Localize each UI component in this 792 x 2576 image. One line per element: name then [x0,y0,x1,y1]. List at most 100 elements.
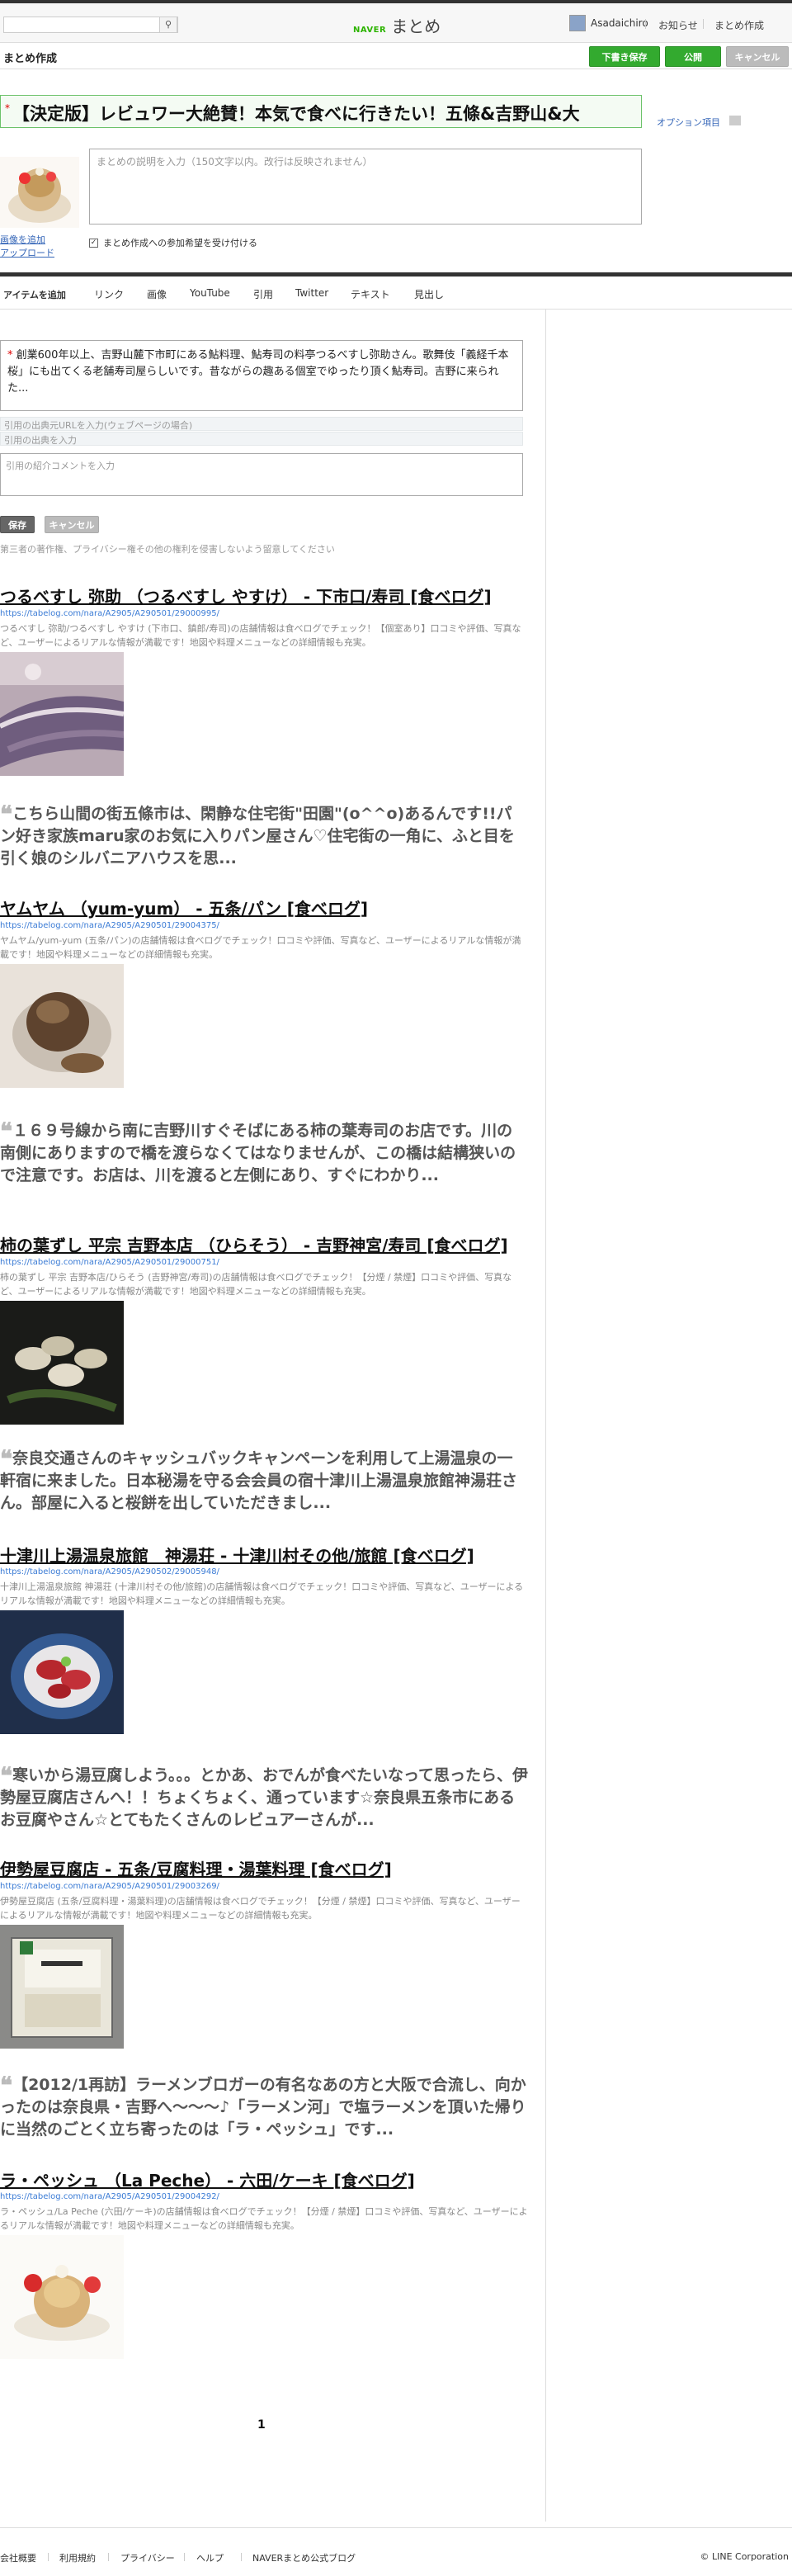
item-type-tabs: アイテムを追加 リンク 画像 YouTube 引用 Twitter テキスト 見… [0,277,792,310]
pager-current-page[interactable]: 1 [257,2418,266,2432]
description-textarea[interactable]: まとめの説明を入力（150文字以内。改行は反映されません） [89,149,642,225]
footer-link-blog[interactable]: NAVERまとめ公式ブログ [252,2551,356,2564]
quote-mark-icon: ❝ [0,2072,13,2099]
participation-checkbox[interactable]: ✓ まとめ作成への参加希望を受け付ける [89,236,257,249]
quote-item: ❝１６９号線から南に吉野川すぐそばにある柿の葉寿司のお店です。川の南側にあります… [0,1120,528,1187]
link-item-url[interactable]: https://tabelog.com/nara/A2905/A290501/2… [0,921,219,930]
link-item-desc: つるべすし 弥助/つるべすし やすけ (下市口、鎮郎/寿司)の店舗情報は食べログ… [0,623,521,648]
option-items-link[interactable]: オプション項目 [657,116,720,129]
sashimi-photo [0,1610,124,1734]
link-item-url[interactable]: https://tabelog.com/nara/A2905/A290501/2… [0,1882,219,1891]
tab-quote[interactable]: 引用 [253,287,273,301]
global-header: ⚲ NAVER まとめ Asadaichiro お知らせ まとめ作成 [0,0,792,43]
tab-heading[interactable]: 見出し [414,287,444,301]
quote-textarea[interactable]: * 創業600年以上、吉野山麓下市町にある鮎料理、鮎寿司の料亭つるべすし弥助さん… [0,340,523,411]
link-item-url[interactable]: https://tabelog.com/nara/A2905/A290502/2… [0,1567,219,1576]
quote-item-text: 寒いから湯豆腐しよう。。。とかあ、おでんが食べたいなって思ったら、伊勢屋豆腐店さ… [0,1766,528,1829]
nav-create-link[interactable]: まとめ作成 [714,18,764,32]
link-item-desc: 十津川上湯温泉旅館 神湯荘 (十津川村その他/旅館)の店舗情報は食べログでチェッ… [0,1581,524,1606]
quote-item-text: １６９号線から南に吉野川すぐそばにある柿の葉寿司のお店です。川の南側にありますの… [0,1122,516,1184]
copyright: © LINE Corporation [700,2551,789,2562]
logo-text: まとめ [391,17,441,36]
divider [184,2553,185,2561]
change-thumb-line2[interactable]: アップロード [0,247,54,260]
footer-link-help[interactable]: ヘルプ [196,2551,224,2564]
publish-button[interactable]: 公開 [665,46,721,67]
link-item-title[interactable]: ラ・ペッシュ （La Peche） - 六田/ケーキ [食べログ] [0,2167,415,2191]
sushi-photo [0,652,124,776]
footer-link-terms[interactable]: 利用規約 [59,2551,96,2564]
divider [108,2553,109,2561]
quote-cancel-button[interactable]: キャンセル [45,516,99,533]
cancel-button[interactable]: キャンセル [726,46,789,67]
matome-title-input[interactable]: * 【決定版】レビュワー大絶賛！本気で食べに行きたい！五條&吉野山&大 [0,95,642,128]
link-item-url[interactable]: https://tabelog.com/nara/A2905/A290501/2… [0,609,219,618]
tab-image[interactable]: 画像 [147,287,167,301]
quote-url-input[interactable]: 引用の出典元URLを入力(ウェブページの場合) [0,417,523,431]
divider [645,19,646,29]
quote-item: ❝寒いから湯豆腐しよう。。。とかあ、おでんが食べたいなって思ったら、伊勢屋豆腐店… [0,1765,528,1832]
tofu-photo [0,1925,124,2049]
checkbox-label: まとめ作成への参加希望を受け付ける [103,238,257,248]
change-thumb-line1[interactable]: 画像を追加 [0,234,54,247]
footer: 会社概要 利用規約 プライバシー ヘルプ NAVERまとめ公式ブログ © LIN… [0,2527,792,2576]
divider [241,2553,242,2561]
tab-twitter[interactable]: Twitter [295,287,328,299]
footer-link-company[interactable]: 会社概要 [0,2551,36,2564]
user-menu[interactable]: Asadaichiro [569,15,648,31]
page-title: まとめ作成 [3,53,58,65]
footer-link-privacy[interactable]: プライバシー [120,2551,175,2564]
tab-youtube[interactable]: YouTube [190,287,230,299]
link-item-url[interactable]: https://tabelog.com/nara/A2905/A290501/2… [0,1258,219,1267]
search-icon[interactable]: ⚲ [159,17,177,33]
brand-label: NAVER [353,26,387,35]
checkbox-icon[interactable]: ✓ [89,238,98,248]
link-item-title[interactable]: 伊勢屋豆腐店 - 五条/豆腐料理・湯葉料理 [食べログ] [0,1856,392,1880]
cake-photo [0,2235,124,2359]
link-item-title[interactable]: ヤムヤム （yum-yum） - 五条/パン [食べログ] [0,896,368,919]
search-input[interactable]: ⚲ [3,17,178,33]
nav-notice-link[interactable]: お知らせ [658,18,698,32]
quote-item: ❝【2012/1再訪】ラーメンブロガーの有名なあの方と大阪で合流し、向かったのは… [0,2074,528,2141]
copyright-notice: 第三者の著作権、プライバシー権その他の権利を侵害しないよう留意してください [0,544,335,555]
change-thumbnail-link[interactable]: 画像を追加 アップロード [0,234,54,260]
link-item-desc: 柿の葉ずし 平宗 吉野本店/ひらそう (吉野神宮/寿司)の店舗情報は食べログでチ… [0,1272,512,1297]
quote-mark-icon: ❝ [0,1118,13,1145]
quote-item-text: 【2012/1再訪】ラーメンブロガーの有名なあの方と大阪で合流し、向かったのは奈… [0,2076,526,2139]
avatar [569,15,586,31]
matome-title-text: 【決定版】レビュワー大絶賛！本気で食べに行きたい！五條&吉野山&大 [12,104,580,124]
link-item-desc: ヤムヤム/yum-yum (五条/パン)の店舗情報は食べログでチェック！口コミや… [0,935,521,960]
link-item-title[interactable]: 柿の葉ずし 平宗 吉野本店 （ひらそう） - 吉野神宮/寿司 [食べログ] [0,1232,508,1256]
link-item-title[interactable]: つるべすし 弥助 （つるべすし やすけ） - 下市口/寿司 [食べログ] [0,584,492,607]
quote-save-button[interactable]: 保存 [0,516,35,533]
quote-source-input[interactable]: 引用の出典を入力 [0,432,523,446]
editor-header: まとめ作成 下書き保存 公開 キャンセル [0,43,792,69]
quote-comment-input[interactable]: 引用の紹介コメントを入力 [0,453,523,496]
quote-mark-icon: ❝ [0,801,13,828]
quote-mark-icon: ❝ [0,1445,13,1472]
expand-icon[interactable] [729,116,741,125]
site-logo[interactable]: NAVER まとめ [353,13,441,37]
username: Asadaichiro [591,17,648,29]
link-item-title[interactable]: 十津川上湯温泉旅館 神湯荘 - 十津川村その他/旅館 [食べログ] [0,1543,474,1567]
quote-item-text: 奈良交通さんのキャッシュバックキャンペーンを利用して上湯温泉の一軒宿に来ました。… [0,1449,518,1512]
tab-text[interactable]: テキスト [351,287,390,301]
link-item-url[interactable]: https://tabelog.com/nara/A2905/A290501/2… [0,2192,219,2201]
required-mark: * [5,102,10,114]
required-mark: * [7,349,16,362]
quote-item: ❝こちら山間の街五條市は、閑静な住宅街"田園"(o^^o)あるんです!!パン好き… [0,803,528,870]
tab-link[interactable]: リンク [94,287,124,301]
bread-photo [0,964,124,1088]
quote-item-text: こちら山間の街五條市は、閑静な住宅街"田園"(o^^o)あるんです!!パン好き家… [0,805,515,867]
matome-thumbnail[interactable] [0,157,79,228]
save-draft-button[interactable]: 下書き保存 [589,46,660,67]
link-item-desc: 伊勢屋豆腐店 (五条/豆腐料理・湯葉料理)の店舗情報は食べログでチェック！【分煙… [0,1896,521,1921]
link-item-desc: ラ・ペッシュ/La Peche (六田/ケーキ)の店舗情報は食べログでチェック！… [0,2206,528,2231]
kakinoha-photo [0,1301,124,1425]
quote-mark-icon: ❝ [0,1762,13,1789]
divider [703,19,704,29]
quote-item: ❝奈良交通さんのキャッシュバックキャンペーンを利用して上湯温泉の一軒宿に来ました… [0,1448,528,1515]
quote-text: 創業600年以上、吉野山麓下市町にある鮎料理、鮎寿司の料亭つるべすし弥助さん。歌… [7,349,509,395]
tab-add-item-label: アイテムを追加 [3,290,66,300]
divider [48,2553,49,2561]
